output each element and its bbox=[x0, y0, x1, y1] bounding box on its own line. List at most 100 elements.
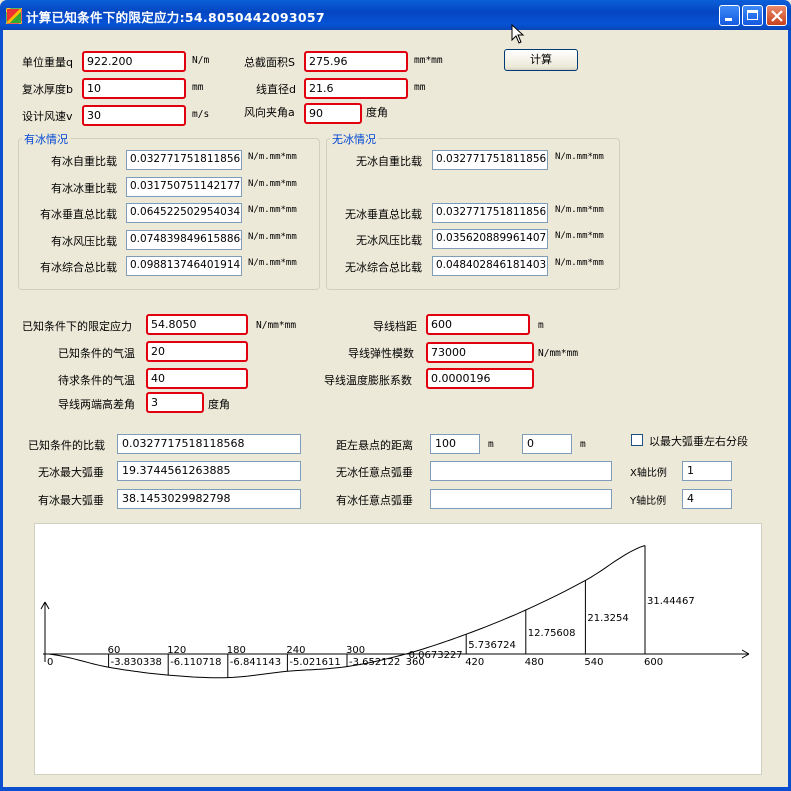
ice-thickness-label: 复冰厚度b bbox=[22, 83, 73, 96]
expansion-label: 导线温度膨胀系数 bbox=[324, 374, 412, 387]
sag-value-label: -6.110718 bbox=[170, 657, 221, 668]
distance-unit: m bbox=[488, 439, 494, 450]
window-title: 计算已知条件下的限定应力:54.8050442093057 bbox=[26, 10, 325, 25]
elastic-unit: N/mm*mm bbox=[538, 348, 579, 359]
height-angle-unit: 度角 bbox=[208, 398, 230, 411]
wind-speed-input[interactable]: 30 bbox=[82, 105, 186, 126]
unit-weight-input[interactable]: 922.200 bbox=[82, 51, 186, 72]
sag-value-label: 21.3254 bbox=[587, 613, 628, 624]
sag-value-label: 0.0673227 bbox=[409, 650, 463, 661]
x-tick-label: 180 bbox=[227, 645, 246, 656]
wind-speed-unit: m/s bbox=[192, 109, 210, 120]
distance-input[interactable]: 100 bbox=[430, 434, 480, 454]
ice-row-unit: N/m.mm*mm bbox=[248, 232, 297, 242]
noice-row-label: 无冰自重比载 bbox=[356, 155, 422, 168]
total-area-unit: mm*mm bbox=[414, 55, 443, 66]
ice-row-label: 有冰自重比载 bbox=[51, 155, 117, 168]
window-border-left bbox=[0, 30, 3, 791]
calculate-button[interactable]: 计算 bbox=[504, 49, 578, 71]
close-icon bbox=[771, 10, 783, 22]
x-tick-label: 540 bbox=[584, 657, 603, 668]
ice-row-value[interactable]: 0.064522502954034 bbox=[126, 203, 242, 223]
expansion-input[interactable]: 0.0000196 bbox=[426, 368, 534, 389]
noice-max-sag-label: 无冰最大弧垂 bbox=[38, 466, 104, 479]
ice-row-value[interactable]: 0.0327717518118568 bbox=[126, 150, 242, 170]
noice-row-label: 无冰垂直总比载 bbox=[345, 208, 422, 221]
ice-max-sag-label: 有冰最大弧垂 bbox=[38, 494, 104, 507]
maximize-icon bbox=[747, 10, 758, 20]
unit-weight-label: 单位重量q bbox=[22, 56, 73, 69]
distance-input-2[interactable]: 0 bbox=[522, 434, 572, 454]
noice-row-value[interactable]: 0.0484028461814038 bbox=[432, 256, 548, 276]
sag-value-label: -6.841143 bbox=[230, 657, 281, 668]
mouse-cursor-icon bbox=[511, 24, 525, 44]
ice-row-value[interactable]: 0.0748398496158864 bbox=[126, 230, 242, 250]
sag-value-label: -5.021611 bbox=[289, 657, 340, 668]
sag-chart: 060-3.830338120-6.110718180-6.841143240-… bbox=[40, 545, 750, 679]
span-input[interactable]: 600 bbox=[426, 314, 530, 335]
ice-row-unit: N/m.mm*mm bbox=[248, 152, 297, 162]
segment-checkbox[interactable] bbox=[631, 434, 643, 446]
x-tick-label: 420 bbox=[465, 657, 484, 668]
maximize-button[interactable] bbox=[742, 5, 763, 26]
noice-row-label: 无冰风压比载 bbox=[356, 234, 422, 247]
x-scale-input[interactable]: 1 bbox=[682, 461, 732, 481]
close-button[interactable] bbox=[766, 5, 787, 26]
x-scale-label: X轴比例 bbox=[630, 468, 667, 479]
noice-row-unit: N/m.mm*mm bbox=[555, 231, 604, 241]
noice-any-sag-field[interactable] bbox=[430, 461, 612, 481]
x-tick-label: 120 bbox=[167, 645, 186, 656]
known-temp-label: 已知条件的气温 bbox=[58, 347, 135, 360]
target-temp-label: 待求条件的气温 bbox=[58, 374, 135, 387]
ice-thickness-unit: mm bbox=[192, 82, 204, 93]
total-area-input[interactable]: 275.96 bbox=[304, 51, 408, 72]
wind-angle-input[interactable]: 90 bbox=[304, 103, 362, 124]
ice-any-sag-field[interactable] bbox=[430, 489, 612, 509]
ice-row-value[interactable]: 0.0988137464019142 bbox=[126, 256, 242, 276]
wind-angle-unit: 度角 bbox=[366, 106, 388, 119]
known-temp-input[interactable]: 20 bbox=[146, 341, 248, 362]
segment-checkbox-label: 以最大弧垂左右分段 bbox=[649, 435, 748, 448]
noice-row-value[interactable]: 0.0356208899614075 bbox=[432, 229, 548, 249]
distance-unit-2: m bbox=[580, 439, 586, 450]
x-tick-label: 240 bbox=[286, 645, 305, 656]
noice-row-label: 无冰综合总比载 bbox=[345, 261, 422, 274]
minimize-icon bbox=[725, 18, 732, 21]
noice-row-unit: N/m.mm*mm bbox=[555, 258, 604, 268]
known-stress-input[interactable]: 54.8050 bbox=[146, 314, 248, 335]
sag-value-label: -3.830338 bbox=[111, 657, 162, 668]
noice-any-sag-label: 无冰任意点弧垂 bbox=[336, 466, 413, 479]
ice-row-unit: N/m.mm*mm bbox=[248, 205, 297, 215]
window-border-bottom bbox=[0, 787, 791, 791]
sag-chart-panel: 0 60 -3.830338 120 -6.110718 180 -6.841143 240-… bbox=[34, 523, 762, 775]
known-ratio-field[interactable]: 0.0327717518118568 bbox=[117, 434, 301, 454]
sag-value-label: 5.736724 bbox=[468, 640, 516, 651]
minimize-button[interactable] bbox=[719, 5, 740, 26]
y-scale-label: Y轴比例 bbox=[630, 496, 667, 507]
ice-max-sag-field[interactable]: 38.1453029982798 bbox=[117, 489, 301, 509]
noice-row-unit: N/m.mm*mm bbox=[555, 205, 604, 215]
sag-value-label: 31.44467 bbox=[647, 596, 695, 607]
diameter-label: 线直径d bbox=[256, 83, 296, 96]
ice-row-value[interactable]: 0.0317507511421772 bbox=[126, 177, 242, 197]
noice-max-sag-field[interactable]: 19.3744561263885 bbox=[117, 461, 301, 481]
sag-value-label: -3.652122 bbox=[349, 657, 400, 668]
known-stress-label: 已知条件下的限定应力 bbox=[22, 320, 132, 333]
ice-row-unit: N/m.mm*mm bbox=[248, 258, 297, 268]
elastic-label: 导线弹性模数 bbox=[348, 347, 414, 360]
elastic-input[interactable]: 73000 bbox=[426, 342, 534, 363]
wind-speed-label: 设计风速v bbox=[22, 110, 73, 123]
ice-thickness-input[interactable]: 10 bbox=[82, 78, 186, 99]
height-angle-input[interactable]: 3 bbox=[146, 392, 204, 413]
span-unit: m bbox=[538, 320, 544, 331]
noice-row-unit: N/m.mm*mm bbox=[555, 152, 604, 162]
noice-group-title: 无冰情况 bbox=[330, 131, 378, 147]
diameter-input[interactable]: 21.6 bbox=[304, 78, 408, 99]
diameter-unit: mm bbox=[414, 82, 426, 93]
x-tick-label: 60 bbox=[108, 645, 121, 656]
noice-row-value[interactable]: 0.0327717518118568 bbox=[432, 150, 548, 170]
noice-row-value[interactable]: 0.0327717518118568 bbox=[432, 203, 548, 223]
y-scale-input[interactable]: 4 bbox=[682, 489, 732, 509]
sag-value-label: 12.75608 bbox=[528, 628, 576, 639]
target-temp-input[interactable]: 40 bbox=[146, 368, 248, 389]
